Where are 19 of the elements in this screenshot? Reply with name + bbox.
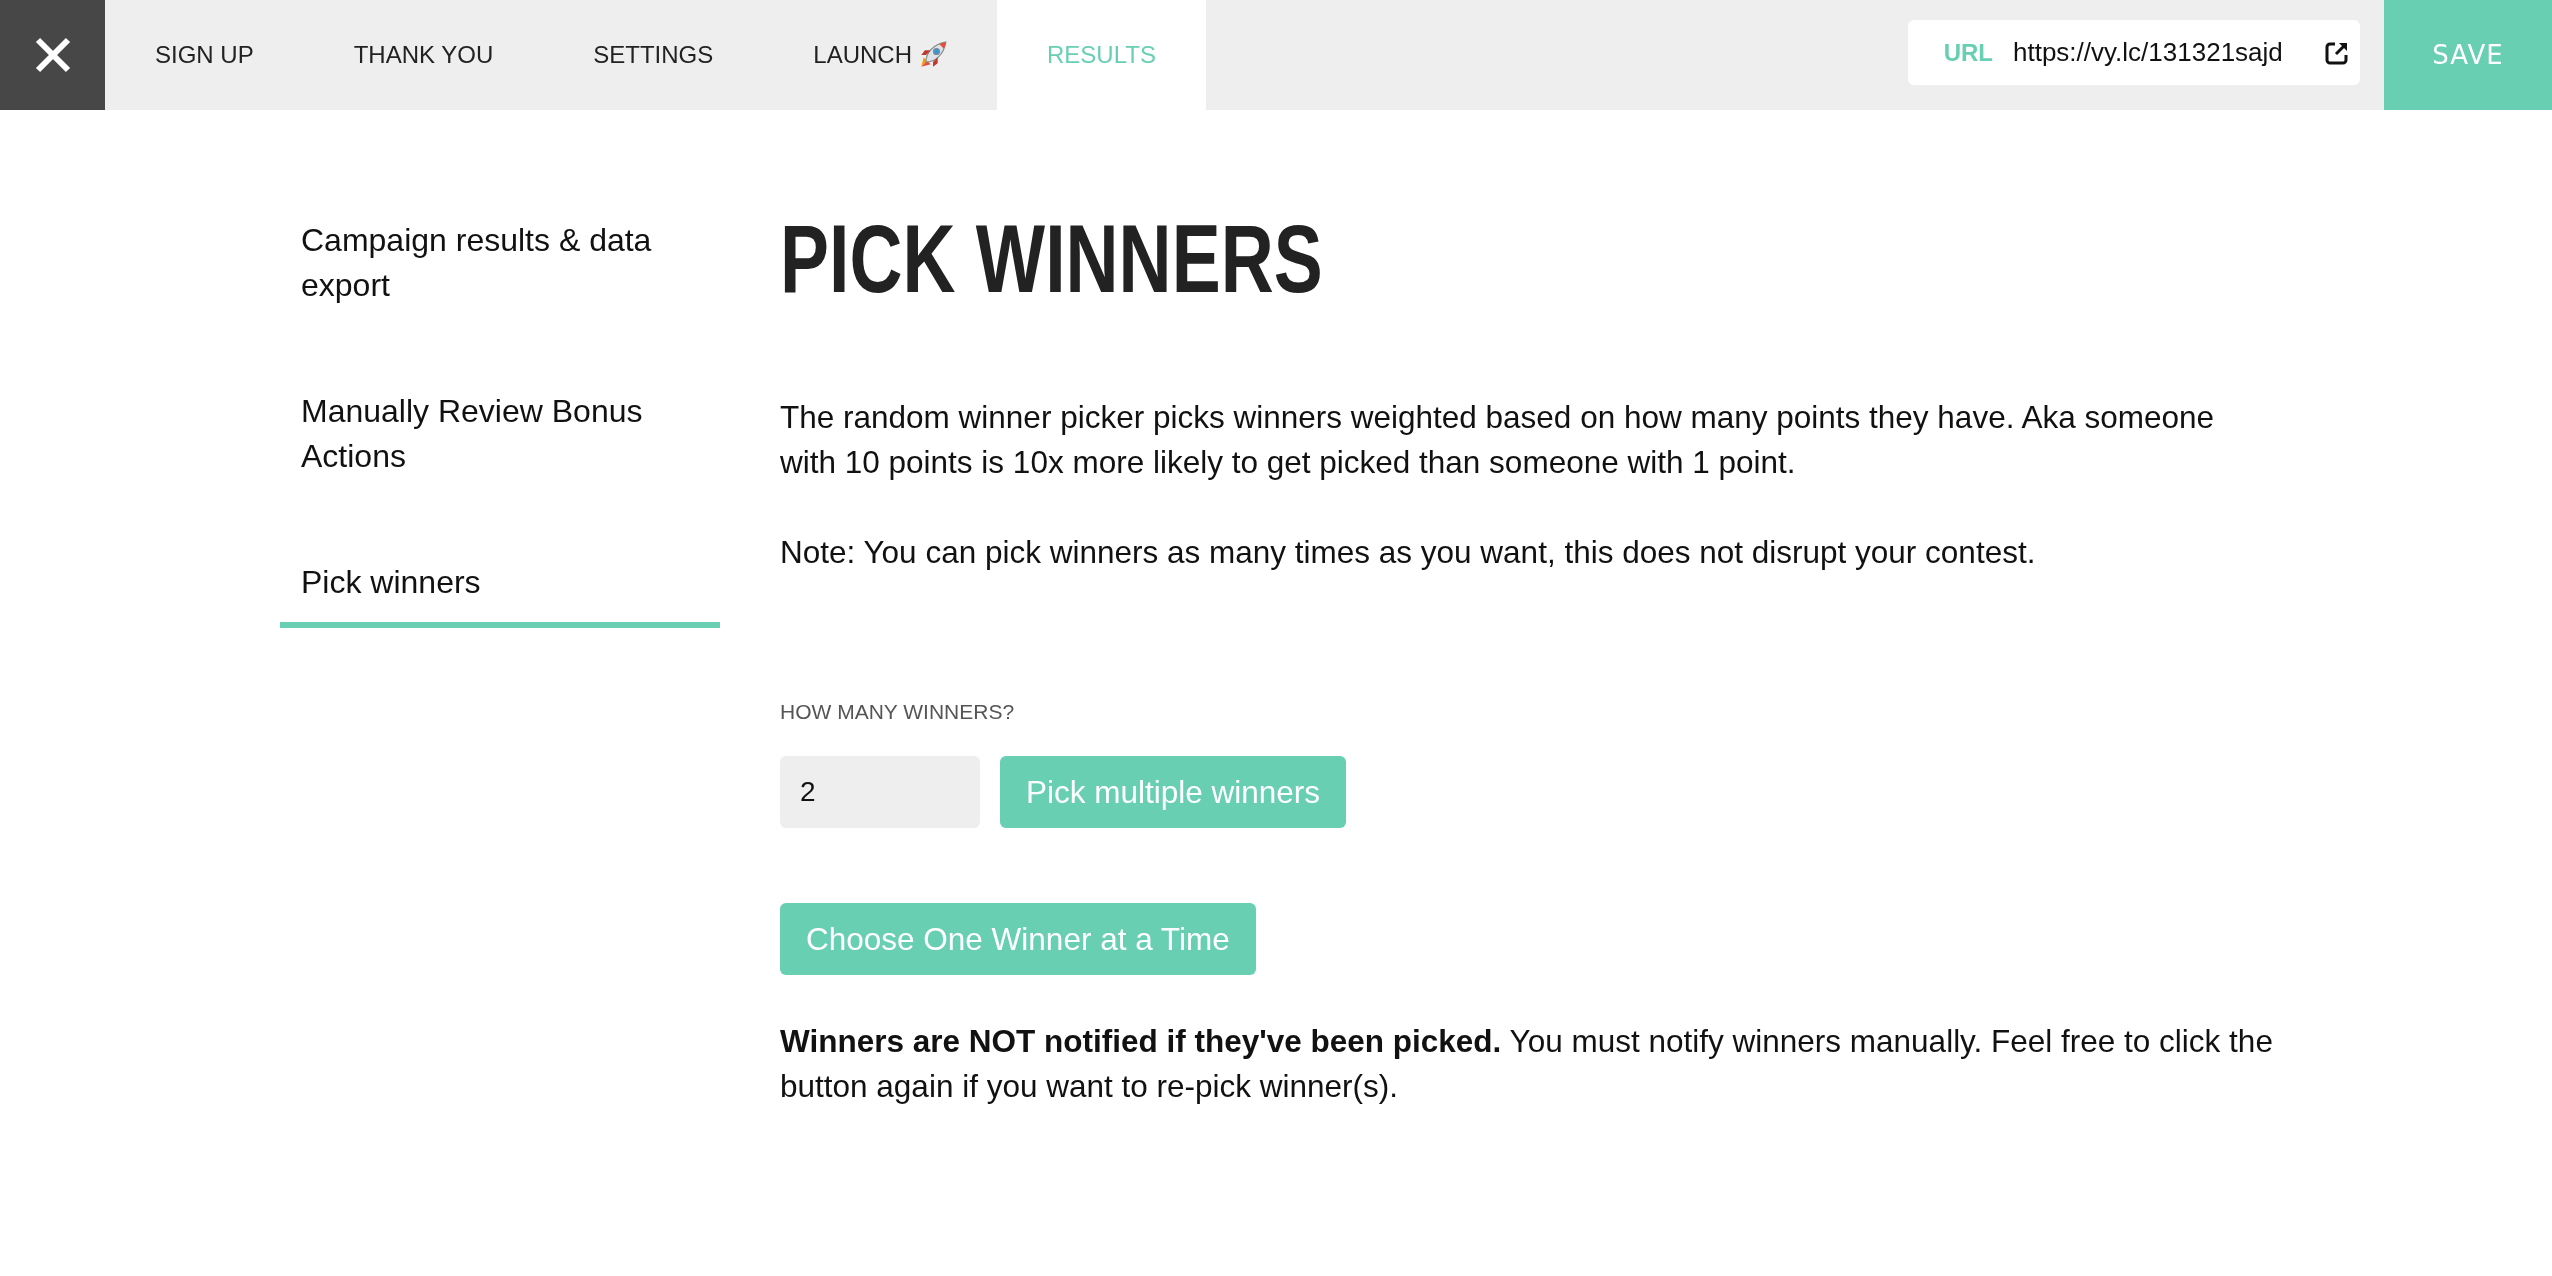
description-text: Note: You can pick winners as many times as you want, this does not disrupt your contest. [780, 533, 2037, 572]
url-label: URL [1943, 38, 1993, 67]
field-label: HOW MANY WINNERS? [780, 699, 1015, 725]
external-link-icon[interactable] [2325, 40, 2349, 65]
sidebar-item[interactable]: Pick winners [280, 560, 720, 628]
nav-tab[interactable]: SETTINGS [543, 0, 764, 110]
notice-text: Winners are NOT notified if they've been picked. You must notify winners manually. Feel free to click the button again if you want to re-pick winner(s). [780, 1022, 2274, 1106]
description-text: The random winner picker picks winners weighted based on how many points they have. Aka someone with 10 points is 10x more likely to get picked than someone with 1 point. [780, 398, 2216, 482]
rocket-icon [919, 41, 947, 69]
nav-tab[interactable]: LAUNCH [763, 0, 997, 110]
close-icon [34, 37, 71, 73]
url-text[interactable]: https://vy.lc/131321sajd [2013, 37, 2305, 68]
page-title: PICK WINNERS [780, 206, 1323, 311]
close-button[interactable] [0, 0, 105, 110]
nav-tab[interactable]: THANK YOU [303, 0, 544, 110]
nav-tab[interactable]: SIGN UP [105, 0, 304, 110]
sidebar-item[interactable]: Manually Review Bonus Actions [280, 389, 720, 502]
winners-count-field[interactable]: 2 [780, 756, 980, 828]
sidebar-item[interactable]: Campaign results & data export [280, 218, 720, 331]
